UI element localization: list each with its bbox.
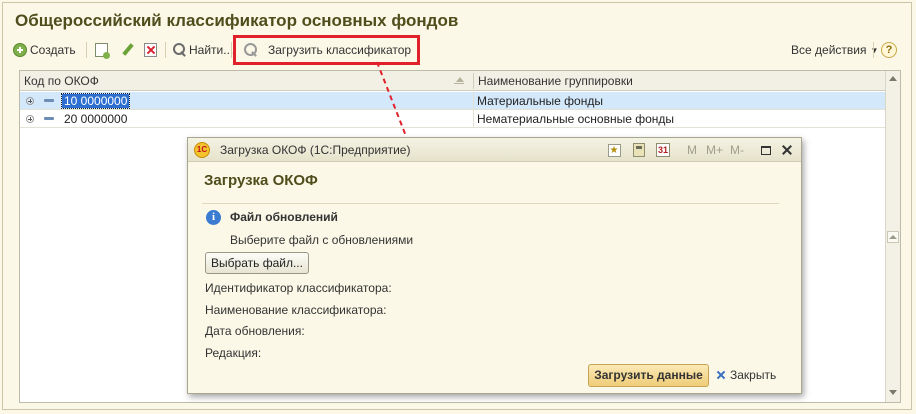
copy-button[interactable]: [95, 39, 110, 61]
close-button[interactable]: Закрыть: [716, 368, 776, 382]
row-name: Нематериальные основные фонды: [477, 112, 675, 126]
load-okof-dialog: 1С Загрузка ОКОФ (1С:Предприятие) ★ 31 M…: [187, 137, 802, 394]
chevron-down-icon: ▼: [870, 45, 879, 55]
info-icon: i: [206, 210, 221, 225]
find-button[interactable]: Найти...: [173, 39, 233, 61]
search-icon: [173, 43, 187, 57]
classifier-name-label: Наименование классификатора:: [205, 303, 387, 317]
close-button-label: Закрыть: [730, 368, 777, 382]
scroll-up-icon[interactable]: [888, 74, 898, 84]
classifier-id-label: Идентификатор классификатора:: [205, 281, 392, 295]
restore-button[interactable]: [758, 142, 774, 158]
help-icon: ?: [881, 42, 897, 58]
calendar-icon: 31: [656, 143, 670, 157]
annotation-highlight-box: [233, 35, 420, 65]
create-button[interactable]: Создать: [13, 39, 76, 61]
sort-asc-icon: [454, 77, 464, 85]
memory-m-plus-button[interactable]: M+: [706, 142, 723, 158]
toolbar-divider: [231, 42, 232, 58]
toolbar: Создать Найти... Загрузить классификатор…: [13, 39, 903, 61]
all-actions-label: Все действия: [791, 43, 867, 57]
cell-divider: [473, 92, 474, 110]
page-title: Общероссийский классификатор основных фо…: [15, 11, 459, 30]
pick-file-button[interactable]: Выбрать файл...: [205, 252, 309, 274]
pencil-icon: [120, 43, 134, 57]
close-icon: [781, 144, 793, 156]
dialog-heading: Загрузка ОКОФ: [204, 172, 318, 189]
hint-text: Выберите файл с обновлениями: [230, 233, 414, 247]
help-button[interactable]: ?: [881, 39, 897, 61]
expand-icon[interactable]: [26, 97, 34, 105]
vertical-scrollbar[interactable]: [885, 71, 900, 402]
favorites-button[interactable]: ★: [606, 142, 622, 158]
toolbar-divider: [873, 42, 874, 58]
section-title: Файл обновлений: [230, 210, 338, 224]
restore-icon: [761, 145, 771, 155]
load-data-button[interactable]: Загрузить данные: [588, 364, 709, 387]
edit-button[interactable]: [120, 39, 134, 61]
table-row[interactable]: 20 0000000 Нематериальные основные фонды: [20, 110, 886, 128]
calendar-button[interactable]: 31: [655, 142, 671, 158]
copy-icon: [95, 43, 110, 59]
delete-icon: [144, 43, 157, 57]
column-header-name[interactable]: Наименование группировки: [474, 71, 886, 91]
row-code: 20 0000000: [64, 112, 128, 126]
column-header-code[interactable]: Код по ОКОФ: [20, 71, 473, 91]
plus-circle-icon: [13, 43, 27, 57]
group-marker-icon: [44, 117, 54, 120]
scroll-thumb[interactable]: [887, 231, 899, 243]
toolbar-divider: [86, 42, 87, 58]
close-icon: [716, 370, 726, 380]
memory-m-button[interactable]: M: [687, 142, 697, 158]
find-button-label: Найти...: [189, 43, 234, 57]
edition-label: Редакция:: [205, 346, 262, 360]
1c-logo-icon: 1С: [194, 142, 210, 158]
table-header: Код по ОКОФ Наименование группировки: [20, 71, 886, 91]
dialog-window-title: Загрузка ОКОФ (1С:Предприятие): [220, 143, 411, 157]
group-marker-icon: [44, 99, 54, 102]
star-icon: ★: [607, 143, 621, 157]
delete-button[interactable]: [144, 39, 157, 61]
all-actions-menu[interactable]: Все действия ▼: [791, 39, 878, 61]
dialog-close-button[interactable]: [779, 142, 795, 158]
toolbar-divider: [165, 42, 166, 58]
scroll-down-icon[interactable]: [888, 388, 898, 398]
create-button-label: Создать: [30, 43, 76, 57]
memory-m-minus-button[interactable]: M-: [730, 142, 744, 158]
calculator-button[interactable]: [631, 142, 647, 158]
divider: [202, 203, 779, 204]
update-date-label: Дата обновления:: [205, 324, 305, 338]
cell-divider: [473, 110, 474, 128]
row-code: 10 0000000: [60, 93, 131, 109]
table-row[interactable]: 10 0000000 Материальные фонды: [20, 92, 886, 110]
expand-icon[interactable]: [26, 115, 34, 123]
dialog-titlebar[interactable]: 1С Загрузка ОКОФ (1С:Предприятие) ★ 31 M…: [188, 138, 801, 162]
calculator-icon: [633, 143, 645, 157]
row-name: Материальные фонды: [477, 94, 603, 108]
